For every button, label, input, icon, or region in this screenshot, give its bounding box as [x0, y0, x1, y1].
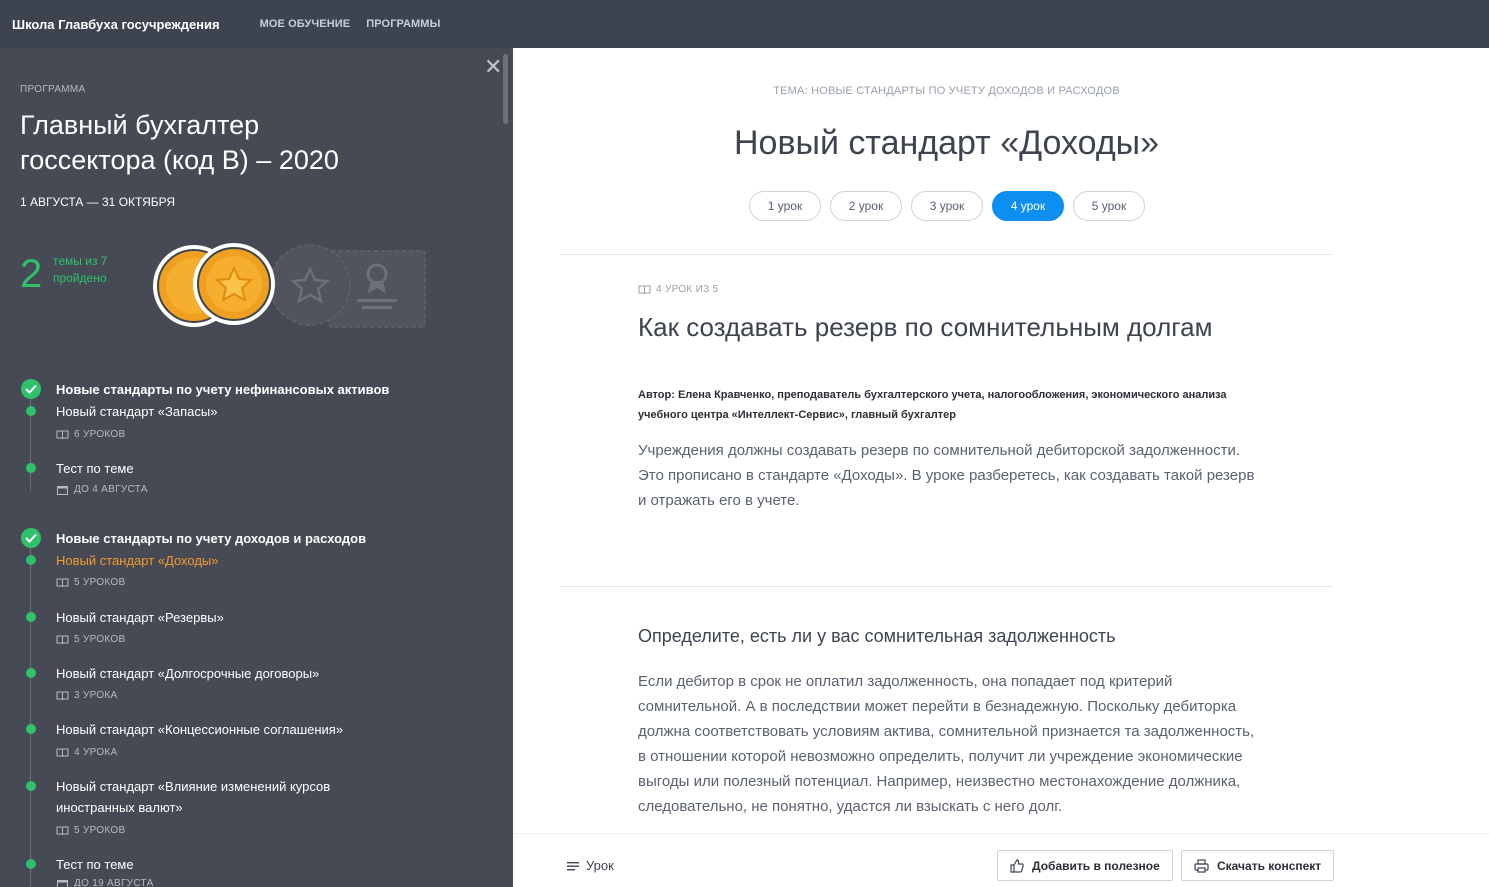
item-meta: 6 УРОКОВ [56, 429, 125, 440]
section-title: Определите, есть ли у вас сомнительная з… [638, 626, 1116, 646]
lesson-intro: Учреждения должны создавать резерв по со… [638, 442, 1255, 509]
nav-my-learning[interactable]: МОЕ ОБУЧЕНИЕ [260, 18, 351, 30]
menu-icon [567, 861, 579, 870]
progress-text: темы из 7 пройдено [53, 254, 108, 285]
locked-medal-icon [269, 244, 351, 326]
tab-lesson-5[interactable]: 5 урок [1073, 191, 1145, 221]
top-bar: Школа Главбуха госучреждения МОЕ ОБУЧЕНИ… [0, 0, 1489, 48]
timeline-dot [26, 859, 36, 869]
lesson-content: ТЕМА: НОВЫЕ СТАНДАРТЫ ПО УЧЕТУ ДОХОДОВ И… [513, 48, 1489, 833]
lesson-author: Автор: Елена Кравченко, преподаватель бу… [638, 389, 1227, 421]
lesson-tabs: 1 урок 2 урок 3 урок 4 урок 5 урок [749, 191, 1154, 221]
program-label: ПРОГРАММА [20, 84, 86, 95]
download-summary-button[interactable]: Скачать конспект [1181, 850, 1335, 881]
book-icon [56, 826, 69, 835]
bottom-toolbar: Урок Добавить в полезное Скачать конспек… [513, 833, 1489, 887]
group-title[interactable]: Новые стандарты по учету нефинансовых ак… [56, 382, 389, 397]
thumbs-up-icon [1010, 858, 1024, 873]
timeline-dot [26, 612, 36, 622]
tab-lesson-3[interactable]: 3 урок [911, 191, 983, 221]
topic-breadcrumb[interactable]: ТЕМА: НОВЫЕ СТАНДАРТЫ ПО УЧЕТУ ДОХОДОВ И… [513, 85, 1380, 97]
timeline-dot [26, 668, 36, 678]
divider [560, 586, 1332, 587]
item-meta: 5 УРОКОВ [56, 634, 125, 645]
program-dates: 1 АВГУСТА — 31 ОКТЯБРЯ [20, 195, 176, 209]
sidebar-item-rezervy[interactable]: Новый стандарт «Резервы» [56, 607, 416, 628]
sidebar-item-dolgosrochnye[interactable]: Новый стандарт «Долгосрочные договоры» [56, 663, 416, 684]
divider [560, 254, 1332, 255]
group-title[interactable]: Новые стандарты по учету доходов и расхо… [56, 531, 366, 546]
printer-icon [1194, 858, 1209, 873]
timeline-dot [26, 406, 36, 416]
achievement-medals [153, 243, 426, 328]
book-icon [56, 635, 69, 644]
book-icon [56, 578, 69, 587]
book-icon [56, 430, 69, 439]
item-meta: 5 УРОКОВ [56, 577, 125, 588]
close-icon[interactable]: ✕ [484, 56, 502, 78]
page-title: Новый стандарт «Доходы» [733, 124, 1160, 162]
timeline-dot [26, 724, 36, 734]
timeline-dot [26, 555, 36, 565]
program-sidebar: ✕ ПРОГРАММА Главный бухгалтер госсектора… [0, 48, 513, 887]
timeline-dot [26, 463, 36, 473]
tab-lesson-2[interactable]: 2 урок [830, 191, 902, 221]
calendar-icon [57, 485, 68, 495]
sidebar-item-koncessionnye[interactable]: Новый стандарт «Концессионные соглашения… [56, 719, 416, 740]
sidebar-scrollbar[interactable] [503, 54, 508, 124]
item-meta: ДО 19 АВГУСТА [56, 878, 154, 887]
timeline-line [30, 548, 31, 887]
lesson-counter: 4 УРОК ИЗ 5 [638, 284, 718, 295]
group-complete-icon [21, 528, 41, 548]
calendar-icon [57, 879, 68, 887]
item-meta: 4 УРОКА [56, 747, 118, 758]
section-text: Если дебитор в срок не оплатил задолженн… [638, 673, 1255, 815]
sidebar-item-test-1[interactable]: Тест по теме [56, 458, 416, 479]
book-icon [56, 748, 69, 757]
item-meta: ДО 4 АВГУСТА [56, 484, 148, 495]
book-icon [56, 691, 69, 700]
earned-medal-icon [193, 243, 275, 325]
lesson-title: Как создавать резерв по сомнительным дол… [638, 312, 1213, 342]
item-meta: 3 УРОКА [56, 690, 118, 701]
sidebar-item-dokhody[interactable]: Новый стандарт «Доходы» [56, 550, 416, 571]
nav-programs[interactable]: ПРОГРАММЫ [366, 18, 440, 30]
book-icon [638, 285, 651, 294]
sidebar-item-test-2[interactable]: Тест по теме [56, 854, 416, 875]
sidebar-item-valyuty[interactable]: Новый стандарт «Влияние изменений курсов… [56, 776, 396, 818]
timeline-dot [26, 781, 36, 791]
lesson-menu-button[interactable]: Урок [567, 858, 614, 873]
progress-count: 2 [20, 252, 43, 296]
add-favorite-button[interactable]: Добавить в полезное [997, 850, 1173, 881]
brand-logo[interactable]: Школа Главбуха госучреждения [12, 17, 220, 32]
sidebar-item-zapasy[interactable]: Новый стандарт «Запасы» [56, 401, 416, 422]
group-complete-icon [21, 379, 41, 399]
program-title: Главный бухгалтер госсектора (код В) – 2… [20, 110, 339, 175]
tab-lesson-4[interactable]: 4 урок [992, 191, 1064, 221]
tab-lesson-1[interactable]: 1 урок [749, 191, 821, 221]
item-meta: 5 УРОКОВ [56, 825, 125, 836]
